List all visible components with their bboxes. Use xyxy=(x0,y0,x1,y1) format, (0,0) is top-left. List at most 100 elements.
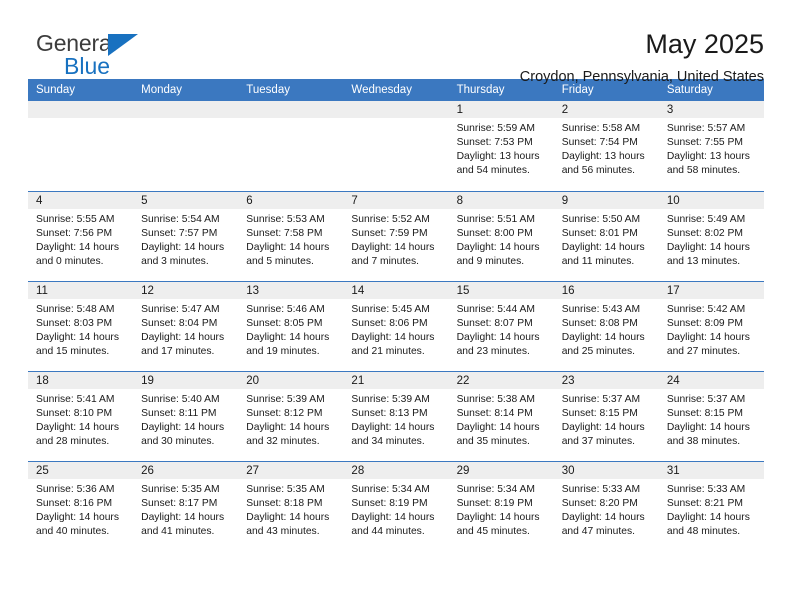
daylight-text-cont: and 44 minutes. xyxy=(351,525,425,537)
daylight-text: Daylight: 14 hours xyxy=(351,421,435,433)
general-blue-logo[interactable]: General Blue xyxy=(28,30,158,84)
calendar-day-cell[interactable]: 8 Sunrise: 5:51 AM Sunset: 8:00 PM Daylight… xyxy=(448,190,554,281)
daylight-text-cont: and 23 minutes. xyxy=(456,345,530,357)
calendar-day-cell[interactable]: 4 Sunrise: 5:55 AM Sunset: 7:56 PM Daylight… xyxy=(28,190,134,281)
daylight-text-cont: and 32 minutes. xyxy=(246,435,320,447)
daylight-text-cont: and 21 minutes. xyxy=(351,345,425,357)
calendar-day-cell[interactable]: 18 Sunrise: 5:41 AM Sunset: 8:10 PM Dayligh… xyxy=(28,370,134,461)
day-number: 17 xyxy=(658,281,764,299)
day-detail-lines: Sunrise: 5:35 AM Sunset: 8:17 PM Daylight:… xyxy=(133,479,238,539)
calendar-day-cell-empty xyxy=(28,101,134,191)
calendar-day-cell[interactable]: 19 Sunrise: 5:40 AM Sunset: 8:11 PM Dayligh… xyxy=(133,370,239,461)
calendar-day-cell[interactable]: 16 Sunrise: 5:43 AM Sunset: 8:08 PM Dayligh… xyxy=(553,280,659,371)
calendar-day-cell[interactable]: 3 Sunrise: 5:57 AM Sunset: 7:55 PM Daylight… xyxy=(658,101,764,191)
calendar-day-cell[interactable]: 27 Sunrise: 5:35 AM Sunset: 8:18 PM Dayligh… xyxy=(238,460,344,551)
daylight-text: Daylight: 14 hours xyxy=(246,331,330,343)
calendar-day-cell[interactable]: 15 Sunrise: 5:44 AM Sunset: 8:07 PM Dayligh… xyxy=(448,280,554,371)
day-detail-lines xyxy=(343,118,448,122)
sunset-text: Sunset: 7:55 PM xyxy=(666,137,743,148)
sunset-text: Sunset: 8:13 PM xyxy=(351,407,428,419)
day-detail-lines: Sunrise: 5:34 AM Sunset: 8:19 PM Daylight:… xyxy=(449,479,554,539)
daylight-text-cont: and 5 minutes. xyxy=(246,255,314,267)
calendar-day-cell[interactable]: 14 Sunrise: 5:45 AM Sunset: 8:06 PM Dayligh… xyxy=(343,280,449,371)
calendar-day-cell[interactable]: 10 Sunrise: 5:49 AM Sunset: 8:02 PM Dayligh… xyxy=(658,190,764,281)
sunset-text: Sunset: 8:07 PM xyxy=(456,317,533,329)
day-number: 28 xyxy=(343,461,449,479)
calendar-week-row: 4 Sunrise: 5:55 AM Sunset: 7:56 PM Daylight… xyxy=(28,190,764,281)
sunrise-text: Sunrise: 5:34 AM xyxy=(456,483,535,495)
calendar-week-row: 25 Sunrise: 5:36 AM Sunset: 8:16 PM Dayligh… xyxy=(28,460,764,551)
calendar-day-cell[interactable]: 1 Sunrise: 5:59 AM Sunset: 7:53 PM Daylight… xyxy=(448,101,554,191)
sunrise-text: Sunrise: 5:52 AM xyxy=(351,213,430,225)
sunrise-text: Sunrise: 5:39 AM xyxy=(246,393,325,405)
page-title: May 2025 xyxy=(645,29,764,59)
daylight-text-cont: and 13 minutes. xyxy=(666,255,741,267)
sunrise-text: Sunrise: 5:53 AM xyxy=(246,213,325,225)
day-detail-lines: Sunrise: 5:48 AM Sunset: 8:03 PM Daylight:… xyxy=(28,299,133,359)
sunset-text: Sunset: 7:58 PM xyxy=(246,227,323,239)
calendar-day-cell[interactable]: 23 Sunrise: 5:37 AM Sunset: 8:15 PM Dayligh… xyxy=(553,370,659,461)
day-number: 11 xyxy=(28,281,134,299)
day-detail-lines: Sunrise: 5:33 AM Sunset: 8:21 PM Daylight:… xyxy=(659,479,764,539)
sunrise-text: Sunrise: 5:40 AM xyxy=(141,393,220,405)
daylight-text: Daylight: 14 hours xyxy=(666,331,750,343)
sunset-text: Sunset: 8:15 PM xyxy=(666,407,743,419)
daylight-text-cont: and 0 minutes. xyxy=(36,255,104,267)
day-detail-lines xyxy=(133,118,238,122)
day-detail-lines xyxy=(238,118,343,122)
day-detail-lines: Sunrise: 5:42 AM Sunset: 8:09 PM Daylight:… xyxy=(659,299,764,359)
page-header: General Blue May 2025 Croydon, Pennsylva… xyxy=(28,0,764,86)
calendar-day-cell[interactable]: 31 Sunrise: 5:33 AM Sunset: 8:21 PM Dayligh… xyxy=(658,460,764,551)
calendar-day-cell[interactable]: 24 Sunrise: 5:37 AM Sunset: 8:15 PM Dayligh… xyxy=(658,370,764,461)
day-number: 26 xyxy=(133,461,239,479)
calendar-day-cell[interactable]: 5 Sunrise: 5:54 AM Sunset: 7:57 PM Daylight… xyxy=(133,190,239,281)
calendar-day-cell[interactable]: 22 Sunrise: 5:38 AM Sunset: 8:14 PM Dayligh… xyxy=(448,370,554,461)
daylight-text: Daylight: 14 hours xyxy=(351,511,435,523)
calendar-day-cell[interactable]: 9 Sunrise: 5:50 AM Sunset: 8:01 PM Daylight… xyxy=(553,190,659,281)
day-number: 27 xyxy=(238,461,344,479)
daylight-text: Daylight: 14 hours xyxy=(141,421,225,433)
day-detail-lines: Sunrise: 5:38 AM Sunset: 8:14 PM Daylight:… xyxy=(449,389,554,449)
calendar-day-cell[interactable]: 30 Sunrise: 5:33 AM Sunset: 8:20 PM Dayligh… xyxy=(553,460,659,551)
day-number: 5 xyxy=(133,191,239,209)
daylight-text: Daylight: 14 hours xyxy=(141,331,225,343)
calendar-day-cell[interactable]: 2 Sunrise: 5:58 AM Sunset: 7:54 PM Daylight… xyxy=(553,101,659,191)
daylight-text-cont: and 48 minutes. xyxy=(666,525,741,537)
sunset-text: Sunset: 8:04 PM xyxy=(141,317,218,329)
title-block: May 2025 Croydon, Pennsylvania, United S… xyxy=(158,30,764,86)
calendar-day-cell[interactable]: 21 Sunrise: 5:39 AM Sunset: 8:13 PM Dayligh… xyxy=(343,370,449,461)
day-detail-lines: Sunrise: 5:47 AM Sunset: 8:04 PM Daylight:… xyxy=(133,299,238,359)
calendar-day-cell[interactable]: 25 Sunrise: 5:36 AM Sunset: 8:16 PM Dayligh… xyxy=(28,460,134,551)
calendar-day-cell[interactable]: 6 Sunrise: 5:53 AM Sunset: 7:58 PM Daylight… xyxy=(238,190,344,281)
day-detail-lines: Sunrise: 5:57 AM Sunset: 7:55 PM Daylight:… xyxy=(659,118,764,178)
day-number: 6 xyxy=(238,191,344,209)
daylight-text-cont: and 56 minutes. xyxy=(561,165,635,176)
calendar-day-cell[interactable]: 11 Sunrise: 5:48 AM Sunset: 8:03 PM Dayligh… xyxy=(28,280,134,371)
day-detail-lines: Sunrise: 5:39 AM Sunset: 8:12 PM Daylight:… xyxy=(238,389,343,449)
calendar-day-cell[interactable]: 29 Sunrise: 5:34 AM Sunset: 8:19 PM Dayligh… xyxy=(448,460,554,551)
sunrise-text: Sunrise: 5:50 AM xyxy=(561,213,641,225)
daylight-text: Daylight: 14 hours xyxy=(246,511,330,523)
day-number: 7 xyxy=(343,191,449,209)
logo-text-general: General xyxy=(36,30,117,56)
sunset-text: Sunset: 8:00 PM xyxy=(456,227,533,239)
calendar-day-cell[interactable]: 7 Sunrise: 5:52 AM Sunset: 7:59 PM Daylight… xyxy=(343,190,449,281)
sunrise-text: Sunrise: 5:49 AM xyxy=(666,213,746,225)
calendar-day-cell[interactable]: 28 Sunrise: 5:34 AM Sunset: 8:19 PM Dayligh… xyxy=(343,460,449,551)
sunset-text: Sunset: 8:20 PM xyxy=(561,497,638,509)
daylight-text: Daylight: 13 hours xyxy=(666,151,750,162)
daylight-text: Daylight: 14 hours xyxy=(561,421,645,433)
calendar-day-cell[interactable]: 13 Sunrise: 5:46 AM Sunset: 8:05 PM Dayligh… xyxy=(238,280,344,371)
daylight-text: Daylight: 14 hours xyxy=(246,421,330,433)
day-number: 30 xyxy=(553,461,659,479)
sunset-text: Sunset: 8:10 PM xyxy=(36,407,113,419)
daylight-text: Daylight: 14 hours xyxy=(246,241,330,253)
calendar-day-cell[interactable]: 20 Sunrise: 5:39 AM Sunset: 8:12 PM Dayligh… xyxy=(238,370,344,461)
sunrise-text: Sunrise: 5:42 AM xyxy=(666,303,746,315)
calendar-day-cell[interactable]: 17 Sunrise: 5:42 AM Sunset: 8:09 PM Dayligh… xyxy=(658,280,764,371)
calendar-day-cell[interactable]: 26 Sunrise: 5:35 AM Sunset: 8:17 PM Dayligh… xyxy=(133,460,239,551)
calendar-day-cell[interactable]: 12 Sunrise: 5:47 AM Sunset: 8:04 PM Dayligh… xyxy=(133,280,239,371)
daylight-text-cont: and 17 minutes. xyxy=(141,345,215,357)
daylight-text: Daylight: 14 hours xyxy=(36,421,119,433)
day-number: 15 xyxy=(448,281,554,299)
